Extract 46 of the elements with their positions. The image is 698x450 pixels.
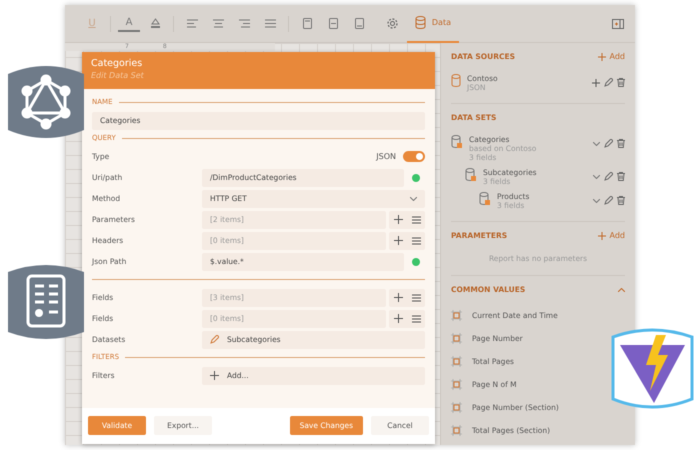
field-icon (451, 310, 462, 321)
field-icon (451, 402, 462, 413)
delete-icon[interactable] (617, 78, 625, 87)
chevron-down-icon (410, 196, 417, 200)
edit-icon[interactable] (604, 139, 613, 148)
plus-icon[interactable] (394, 314, 402, 323)
plus-icon[interactable] (592, 78, 600, 86)
delete-icon[interactable] (617, 196, 625, 205)
edit-icon[interactable] (604, 172, 613, 181)
plus-icon[interactable] (394, 293, 402, 302)
chevron-down-icon[interactable] (593, 198, 600, 202)
chevron-down-icon[interactable] (593, 142, 600, 146)
add-button[interactable]: Add (598, 230, 625, 242)
chevron-down-icon[interactable] (593, 174, 600, 178)
edit-icon[interactable] (604, 196, 613, 205)
dialog-subtitle: Edit Data Set (91, 70, 145, 81)
type-toggle[interactable] (403, 151, 425, 162)
field-icon (451, 333, 462, 344)
database-icon (414, 16, 426, 29)
menu-icon[interactable] (412, 294, 420, 302)
delete-icon[interactable] (617, 139, 625, 148)
gear-icon (386, 17, 399, 30)
plus-icon (598, 232, 606, 240)
add-button[interactable]: Add (598, 51, 625, 63)
toggle-label: JSON (376, 150, 396, 162)
field-icon (451, 379, 462, 390)
menu-icon[interactable] (412, 236, 420, 244)
dataset-icon (465, 168, 477, 182)
panel-toggle-icon[interactable] (609, 18, 627, 28)
edit-icon[interactable] (604, 78, 613, 87)
pencil-icon (210, 335, 219, 344)
plus-icon[interactable] (394, 236, 402, 245)
plus-icon (210, 371, 219, 380)
dataset-icon (451, 135, 463, 149)
dataset-icon (479, 192, 491, 206)
field-icon (451, 425, 462, 436)
dialog-title: Categories (91, 58, 144, 70)
field-icon (451, 356, 462, 367)
delete-icon[interactable] (617, 172, 625, 181)
menu-icon[interactable] (412, 314, 420, 322)
menu-icon[interactable] (412, 216, 420, 224)
plus-icon[interactable] (394, 215, 402, 224)
chevron-up-icon[interactable] (618, 288, 625, 292)
text-color-button[interactable]: A (118, 16, 140, 32)
database-icon (451, 74, 461, 87)
plus-icon (598, 53, 606, 61)
